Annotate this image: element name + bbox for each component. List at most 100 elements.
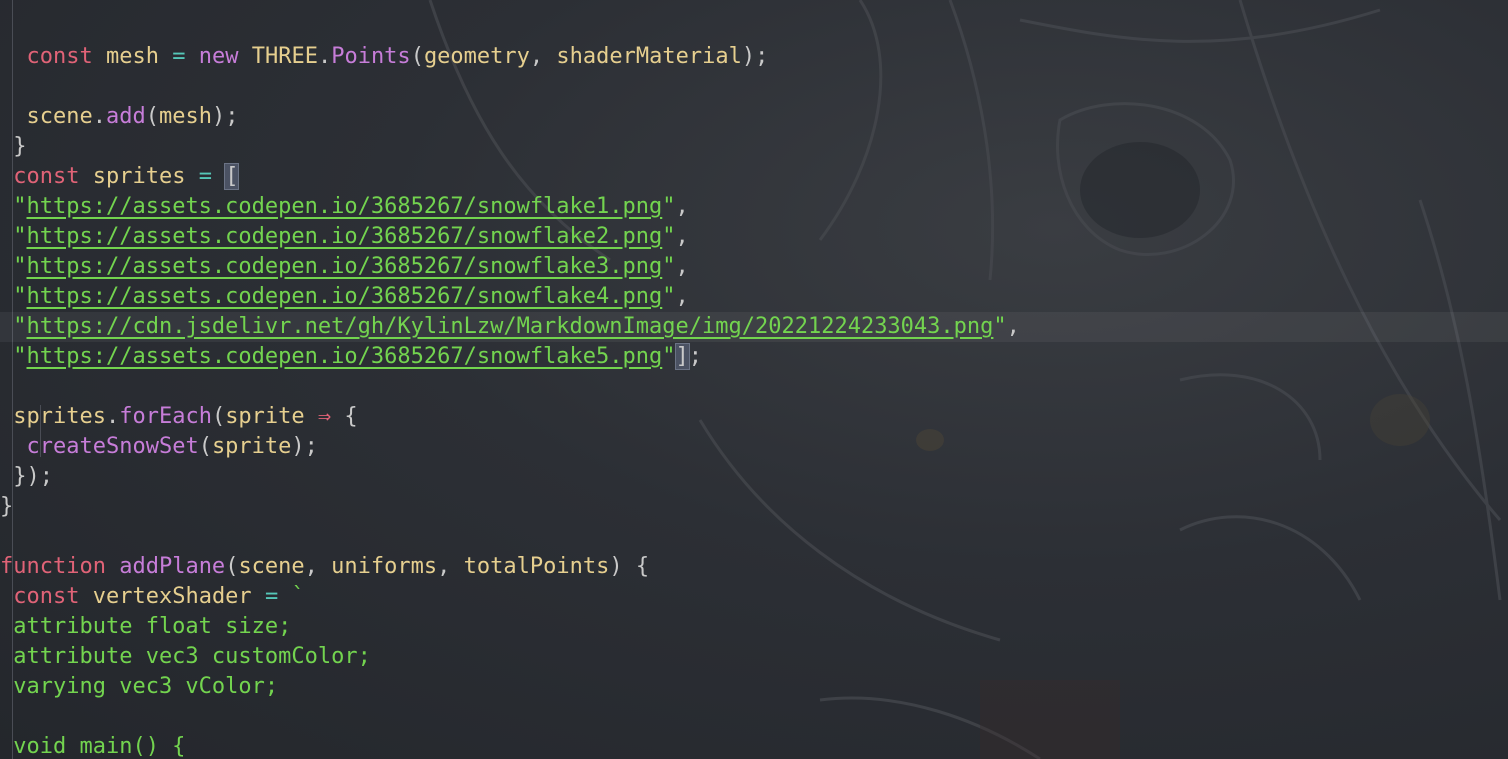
code-line-current[interactable]: "https://cdn.jsdelivr.net/gh/KylinLzw/Ma… [0, 312, 1508, 342]
punctuation-token: ( [211, 404, 226, 429]
code-line[interactable]: const sprites = [ [0, 162, 1508, 192]
punctuation-token: , [304, 554, 332, 579]
punctuation-token: ) { [609, 554, 650, 579]
code-line[interactable]: scene.add(mesh); [0, 102, 1508, 132]
punctuation-token: ); [291, 434, 318, 459]
url-link[interactable]: https://assets.codepen.io/3685267/snowfl… [27, 284, 663, 309]
identifier-token: sprite [225, 404, 305, 429]
url-link[interactable]: https://assets.codepen.io/3685267/snowfl… [27, 194, 663, 219]
code-line[interactable]: void main() { [0, 732, 1508, 759]
string-token: " [0, 314, 27, 339]
code-line[interactable] [0, 372, 1508, 402]
punctuation-token: ); [741, 44, 769, 69]
punctuation-token [106, 554, 119, 579]
punctuation-token: , [1006, 314, 1020, 339]
punctuation-token: , [675, 224, 689, 249]
punctuation-token [185, 164, 198, 189]
keyword-token: const [13, 584, 80, 609]
code-line[interactable]: "https://assets.codepen.io/3685267/snowf… [0, 222, 1508, 252]
string-token: ` [291, 584, 305, 609]
string-token: varying vec3 vColor; [0, 674, 279, 699]
code-line[interactable]: function addPlane(scene, uniforms, total… [0, 552, 1508, 582]
matched-bracket: ] [674, 343, 690, 370]
punctuation-token: ); [211, 104, 239, 129]
punctuation-token [93, 44, 106, 69]
function-token: new [198, 44, 239, 69]
identifier-token: sprites [92, 164, 186, 189]
string-token: " [993, 314, 1007, 339]
punctuation-token: }); [0, 464, 53, 489]
code-editor[interactable]: const mesh = new THREE.Points(geometry, … [0, 0, 1508, 759]
punctuation-token: ; [688, 344, 703, 369]
punctuation-token: , [437, 554, 464, 579]
identifier-token: geometry [423, 44, 530, 69]
punctuation-token [0, 404, 13, 429]
code-line[interactable] [0, 72, 1508, 102]
punctuation-token [0, 104, 27, 129]
function-token: addPlane [119, 554, 226, 579]
function-token: Points [331, 44, 411, 69]
code-line[interactable]: const vertexShader = ` [0, 582, 1508, 612]
punctuation-token [278, 584, 291, 609]
code-line[interactable] [0, 522, 1508, 552]
punctuation-token: } [0, 494, 14, 519]
url-link[interactable]: https://assets.codepen.io/3685267/snowfl… [27, 224, 663, 249]
punctuation-token [79, 164, 92, 189]
function-token: add [105, 104, 146, 129]
punctuation-token: { [331, 404, 358, 429]
identifier-token: mesh [158, 104, 212, 129]
code-line[interactable]: varying vec3 vColor; [0, 672, 1508, 702]
identifier-token: uniforms [331, 554, 438, 579]
url-link[interactable]: https://assets.codepen.io/3685267/snowfl… [27, 344, 663, 369]
punctuation-token: . [92, 104, 106, 129]
punctuation-token [252, 584, 265, 609]
keyword-token: function [0, 554, 106, 579]
code-line[interactable]: "https://assets.codepen.io/3685267/snowf… [0, 252, 1508, 282]
punctuation-token: , [675, 254, 689, 279]
string-token: " [0, 224, 27, 249]
code-line[interactable]: createSnowSet(sprite); [0, 432, 1508, 462]
punctuation-token [0, 164, 13, 189]
identifier-token: scene [238, 554, 305, 579]
string-token: " [0, 194, 27, 219]
string-token: " [662, 194, 676, 219]
keyword-token: const [26, 44, 93, 69]
operator-token: = [172, 44, 186, 69]
punctuation-token [305, 404, 318, 429]
code-line[interactable] [0, 12, 1508, 42]
code-line[interactable]: } [0, 132, 1508, 162]
string-token: attribute vec3 customColor; [0, 644, 371, 669]
code-line[interactable]: } [0, 492, 1508, 522]
punctuation-token [79, 584, 92, 609]
arrow-operator: ⇒ [317, 404, 332, 429]
punctuation-token: ( [198, 434, 212, 459]
string-token: " [0, 284, 27, 309]
code-area[interactable]: const mesh = new THREE.Points(geometry, … [0, 12, 1508, 759]
punctuation-token [0, 584, 13, 609]
string-token: " [662, 224, 676, 249]
punctuation-token: ( [410, 44, 424, 69]
code-line[interactable]: "https://assets.codepen.io/3685267/snowf… [0, 282, 1508, 312]
string-token: " [0, 254, 27, 279]
code-line[interactable]: "https://assets.codepen.io/3685267/snowf… [0, 342, 1508, 372]
string-token: attribute float size; [0, 614, 292, 639]
punctuation-token: } [0, 134, 27, 159]
code-line[interactable]: attribute vec3 customColor; [0, 642, 1508, 672]
identifier-token: shaderMaterial [556, 44, 742, 69]
code-line[interactable]: }); [0, 462, 1508, 492]
punctuation-token [0, 44, 27, 69]
identifier-token: THREE [251, 44, 318, 69]
code-line[interactable]: attribute float size; [0, 612, 1508, 642]
code-line[interactable]: sprites.forEach(sprite ⇒ { [0, 402, 1508, 432]
url-link[interactable]: https://assets.codepen.io/3685267/snowfl… [27, 254, 663, 279]
punctuation-token: , [529, 44, 557, 69]
punctuation-token: ( [225, 554, 239, 579]
code-line[interactable] [0, 702, 1508, 732]
punctuation-token [159, 44, 172, 69]
operator-token: = [264, 584, 279, 609]
punctuation-token [185, 44, 198, 69]
code-line[interactable]: "https://assets.codepen.io/3685267/snowf… [0, 192, 1508, 222]
identifier-token: scene [26, 104, 93, 129]
code-line[interactable]: const mesh = new THREE.Points(geometry, … [0, 42, 1508, 72]
url-link[interactable]: https://cdn.jsdelivr.net/gh/KylinLzw/Mar… [27, 314, 994, 339]
